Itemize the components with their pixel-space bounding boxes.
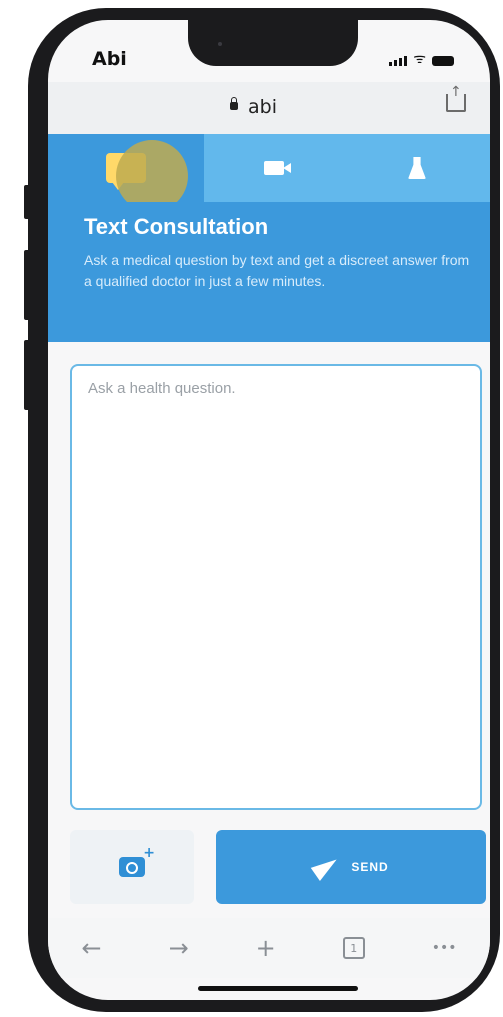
consultation-tabs — [48, 134, 490, 202]
header-panel: Text Consultation Ask a medical question… — [48, 202, 490, 342]
front-camera — [218, 42, 222, 46]
back-arrow-icon[interactable]: ← — [81, 934, 101, 962]
health-question-input[interactable]: Ask a health question. — [70, 364, 482, 810]
wifi-icon: ᯤ — [413, 51, 426, 67]
tabs-count-icon[interactable]: 1 — [342, 937, 365, 959]
send-label: SEND — [351, 860, 389, 874]
forward-arrow-icon[interactable]: → — [169, 934, 189, 962]
phone-screen: Abi ᯤ abi Text Consultation Ask a medica… — [48, 20, 490, 1000]
flask-icon — [408, 157, 426, 179]
question-placeholder: Ask a health question. — [88, 380, 236, 397]
carrier-label: Abi — [92, 48, 127, 70]
page-title: Text Consultation — [84, 214, 269, 239]
address-bar[interactable]: abi — [48, 82, 490, 134]
home-indicator[interactable] — [198, 986, 358, 991]
tab-video-consultation[interactable] — [204, 134, 344, 202]
video-camera-icon — [264, 161, 291, 175]
lock-icon — [230, 97, 238, 110]
new-tab-icon[interactable]: + — [256, 934, 276, 962]
page-description: Ask a medical question by text and get a… — [84, 252, 470, 289]
paper-plane-icon — [311, 852, 342, 882]
browser-toolbar: ← → + 1 ••• — [48, 918, 490, 978]
more-options-icon[interactable]: ••• — [432, 940, 457, 956]
notch — [188, 20, 358, 66]
camera-add-icon — [119, 845, 155, 877]
attach-photo-button[interactable] — [70, 830, 194, 904]
share-icon[interactable] — [446, 84, 466, 112]
battery-icon — [432, 56, 454, 66]
status-icons: ᯤ — [389, 52, 454, 66]
signal-icon — [389, 56, 408, 66]
send-button[interactable]: SEND — [216, 830, 486, 904]
tab-lab-tests[interactable] — [344, 134, 490, 202]
url-text: abi — [248, 96, 277, 118]
